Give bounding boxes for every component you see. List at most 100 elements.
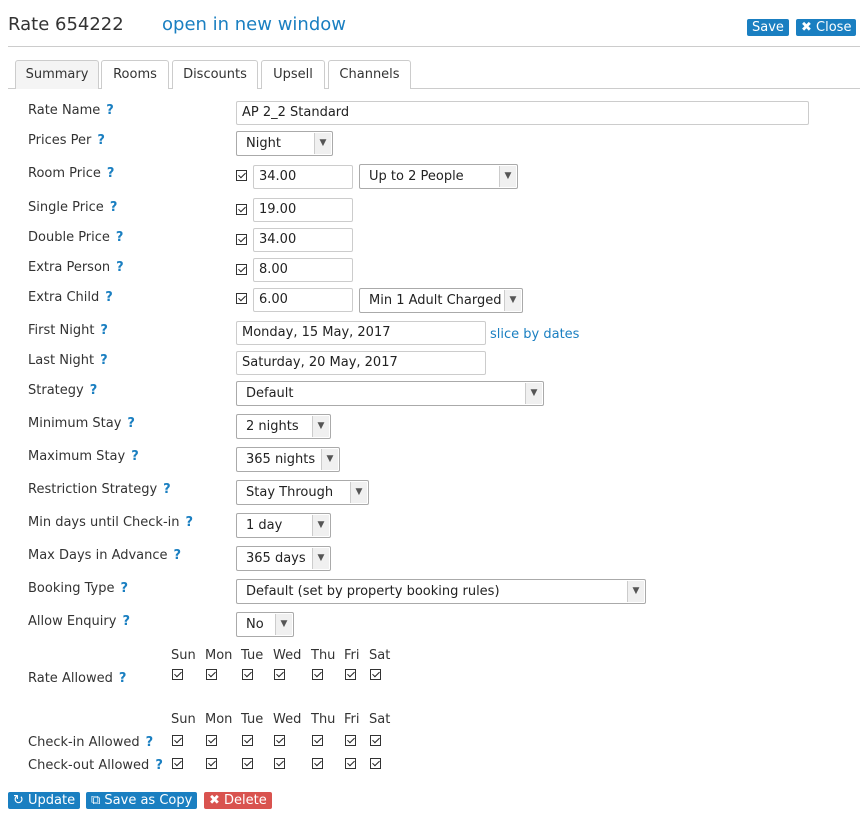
extra-child-checkbox[interactable]: [236, 293, 247, 304]
day-header-mon: Mon: [205, 648, 233, 663]
help-icon[interactable]: ?: [185, 515, 193, 530]
help-icon[interactable]: ?: [110, 200, 118, 215]
day-header-sat: Sat: [369, 648, 391, 663]
double-price-checkbox[interactable]: [236, 234, 247, 245]
max-days-select[interactable]: 365 days ▼: [236, 546, 331, 571]
save-button[interactable]: Save: [747, 19, 789, 36]
single-price-input[interactable]: 19.00: [253, 198, 353, 222]
min-days-select[interactable]: 1 day ▼: [236, 513, 331, 538]
checkin-allowed-wed-checkbox[interactable]: [274, 735, 285, 746]
rate-allowed-sat-checkbox[interactable]: [370, 669, 381, 680]
allow-enquiry-select[interactable]: No ▼: [236, 612, 294, 637]
help-icon[interactable]: ?: [120, 581, 128, 596]
max-days-value: 365 days: [246, 551, 306, 566]
rate-allowed-sun-checkbox[interactable]: [172, 669, 183, 680]
restriction-strategy-select[interactable]: Stay Through ▼: [236, 480, 369, 505]
tab-summary[interactable]: Summary: [15, 60, 99, 89]
extra-person-label: Extra Person?: [28, 260, 124, 275]
help-icon[interactable]: ?: [127, 416, 135, 431]
help-icon[interactable]: ?: [131, 449, 139, 464]
help-icon[interactable]: ?: [116, 260, 124, 275]
room-price-people-select[interactable]: Up to 2 People ▼: [359, 164, 518, 189]
double-price-input[interactable]: 34.00: [253, 228, 353, 252]
day-header-thu: Thu: [311, 648, 336, 663]
day-header-tue: Tue: [241, 648, 264, 663]
rate-allowed-fri-checkbox[interactable]: [345, 669, 356, 680]
prices-per-select[interactable]: Night ▼: [236, 131, 333, 156]
help-icon[interactable]: ?: [106, 103, 114, 118]
day-header-sun: Sun: [171, 648, 196, 663]
help-icon[interactable]: ?: [119, 671, 127, 686]
help-icon[interactable]: ?: [122, 614, 130, 629]
booking-type-select[interactable]: Default (set by property booking rules) ▼: [236, 579, 646, 604]
restriction-strategy-label: Restriction Strategy?: [28, 482, 171, 497]
delete-button[interactable]: ✖ Delete: [204, 792, 272, 809]
open-in-new-window-link[interactable]: open in new window: [162, 14, 346, 35]
tab-channels[interactable]: Channels: [328, 60, 411, 89]
close-button[interactable]: ✖ Close: [796, 19, 857, 36]
strategy-select[interactable]: Default ▼: [236, 381, 544, 406]
help-icon[interactable]: ?: [146, 735, 154, 750]
booking-type-label: Booking Type?: [28, 581, 128, 596]
checkin-allowed-mon-checkbox[interactable]: [206, 735, 217, 746]
max-days-label: Max Days in Advance?: [28, 548, 182, 563]
checkin-allowed-sun-checkbox[interactable]: [172, 735, 183, 746]
extra-person-input[interactable]: 8.00: [253, 258, 353, 282]
slice-by-dates-link[interactable]: slice by dates: [490, 327, 579, 342]
extra-child-rule-value: Min 1 Adult Charged: [369, 293, 502, 308]
checkout-allowed-tue-checkbox[interactable]: [242, 758, 253, 769]
update-button[interactable]: ↻ Update: [8, 792, 81, 809]
rate-allowed-tue-checkbox[interactable]: [242, 669, 253, 680]
tab-rooms[interactable]: Rooms: [101, 60, 169, 89]
extra-child-label: Extra Child?: [28, 290, 113, 305]
delete-icon: ✖: [209, 793, 225, 808]
checkin-allowed-thu-checkbox[interactable]: [312, 735, 323, 746]
help-icon[interactable]: ?: [105, 290, 113, 305]
help-icon[interactable]: ?: [107, 166, 115, 181]
tab-upsell[interactable]: Upsell: [261, 60, 325, 89]
checkout-allowed-sat-checkbox[interactable]: [370, 758, 381, 769]
checkin-allowed-sat-checkbox[interactable]: [370, 735, 381, 746]
checkin-allowed-fri-checkbox[interactable]: [345, 735, 356, 746]
maximum-stay-select[interactable]: 365 nights ▼: [236, 447, 340, 472]
checkout-allowed-mon-checkbox[interactable]: [206, 758, 217, 769]
save-as-copy-label: Save as Copy: [104, 793, 193, 808]
minimum-stay-select[interactable]: 2 nights ▼: [236, 414, 331, 439]
header-divider: [8, 46, 860, 47]
min-days-value: 1 day: [246, 518, 283, 533]
help-icon[interactable]: ?: [155, 758, 163, 773]
help-icon[interactable]: ?: [100, 353, 108, 368]
rate-allowed-wed-checkbox[interactable]: [274, 669, 285, 680]
last-night-input[interactable]: Saturday, 20 May, 2017: [236, 351, 486, 375]
tab-discounts[interactable]: Discounts: [172, 60, 258, 89]
rate-allowed-mon-checkbox[interactable]: [206, 669, 217, 680]
chevron-down-icon: ▼: [504, 290, 521, 311]
strategy-label: Strategy?: [28, 383, 98, 398]
help-icon[interactable]: ?: [90, 383, 98, 398]
checkout-allowed-sun-checkbox[interactable]: [172, 758, 183, 769]
checkout-allowed-thu-checkbox[interactable]: [312, 758, 323, 769]
checkout-allowed-wed-checkbox[interactable]: [274, 758, 285, 769]
help-icon[interactable]: ?: [97, 133, 105, 148]
help-icon[interactable]: ?: [100, 323, 108, 338]
day-header-fri: Fri: [344, 648, 360, 663]
update-label: Update: [28, 793, 76, 808]
room-price-checkbox[interactable]: [236, 170, 247, 181]
extra-child-rule-select[interactable]: Min 1 Adult Charged ▼: [359, 288, 523, 313]
single-price-checkbox[interactable]: [236, 204, 247, 215]
minimum-stay-label: Minimum Stay?: [28, 416, 135, 431]
maximum-stay-label: Maximum Stay?: [28, 449, 139, 464]
minimum-stay-value: 2 nights: [246, 419, 299, 434]
save-as-copy-button[interactable]: ⧉ Save as Copy: [86, 792, 198, 809]
room-price-input[interactable]: 34.00: [253, 165, 353, 189]
first-night-input[interactable]: Monday, 15 May, 2017: [236, 321, 486, 345]
checkin-allowed-tue-checkbox[interactable]: [242, 735, 253, 746]
checkout-allowed-fri-checkbox[interactable]: [345, 758, 356, 769]
extra-person-checkbox[interactable]: [236, 264, 247, 275]
extra-child-input[interactable]: 6.00: [253, 288, 353, 312]
help-icon[interactable]: ?: [116, 230, 124, 245]
help-icon[interactable]: ?: [174, 548, 182, 563]
rate-name-input[interactable]: AP 2_2 Standard: [236, 101, 809, 125]
rate-allowed-thu-checkbox[interactable]: [312, 669, 323, 680]
help-icon[interactable]: ?: [163, 482, 171, 497]
